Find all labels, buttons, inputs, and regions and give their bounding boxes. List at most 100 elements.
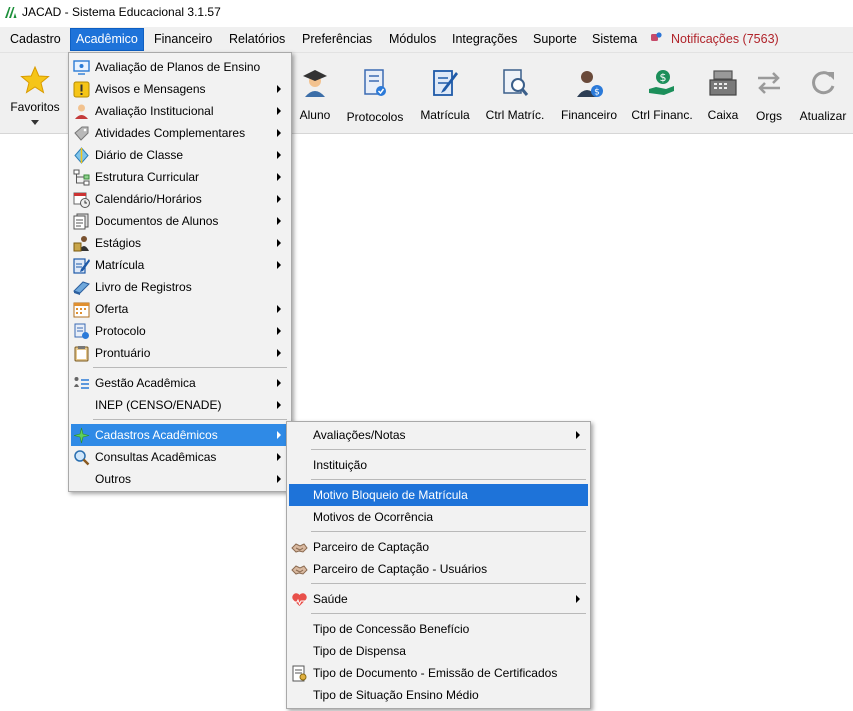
book-icon (73, 281, 90, 295)
menu-item-matricula[interactable]: Matrícula (71, 254, 289, 276)
submenu-arrow-icon (277, 305, 281, 313)
title-bar: JACAD - Sistema Educacional 3.1.57 (0, 0, 853, 26)
health-heart-icon (292, 593, 307, 606)
menu-item-documentos-alunos[interactable]: Documentos de Alunos (71, 210, 289, 232)
finance-icon: $ (577, 71, 603, 98)
toolbar-protocolos-button[interactable]: Protocolos (342, 53, 408, 131)
menu-separator (311, 613, 586, 614)
swap-arrows-icon (758, 72, 780, 94)
presentation-board-icon (73, 60, 90, 75)
menu-item-protocolo[interactable]: Protocolo (71, 320, 289, 342)
enrollment-icon (73, 258, 90, 274)
menu-item-outros[interactable]: Outros (71, 468, 289, 490)
activity-tag-icon (74, 126, 89, 141)
submenu-arrow-icon (277, 129, 281, 137)
toolbar-caixa-button[interactable]: Caixa (703, 53, 743, 131)
submenu-arrow-icon (277, 85, 281, 93)
toolbar-ctrl-matric-label: Ctrl Matríc. (485, 108, 545, 122)
menu-academico[interactable]: Acadêmico (70, 28, 144, 51)
submenu-item-instituicao[interactable]: Instituição (289, 454, 588, 476)
search-icon (74, 450, 90, 466)
menu-item-estrutura-curricular[interactable]: Estrutura Curricular (71, 166, 289, 188)
favorites-label: Favoritos (10, 100, 60, 114)
svg-text:$: $ (594, 88, 600, 98)
submenu-arrow-icon (277, 107, 281, 115)
toolbar-ctrl-matric-button[interactable]: Ctrl Matríc. (482, 53, 548, 131)
submenu-arrow-icon (576, 595, 580, 603)
menu-item-gestao-academica[interactable]: Gestão Acadêmica (71, 372, 289, 394)
submenu-item-parceiro-captacao[interactable]: Parceiro de Captação (289, 536, 588, 558)
hierarchy-icon (73, 169, 90, 186)
submenu-item-tipo-dispensa[interactable]: Tipo de Dispensa (289, 640, 588, 662)
menu-item-atividades-complementares[interactable]: Atividades Complementares (71, 122, 289, 144)
submenu-item-tipo-situacao[interactable]: Tipo de Situação Ensino Médio (289, 684, 588, 706)
toolbar-atualizar-button[interactable]: Atualizar (795, 53, 851, 131)
jacad-logo-icon (5, 7, 17, 18)
submenu-item-parceiro-captacao-usuarios[interactable]: Parceiro de Captação - Usuários (289, 558, 588, 580)
menu-modulos[interactable]: Módulos (384, 29, 441, 50)
protocol-icon (364, 69, 386, 96)
menu-item-livro-registros[interactable]: Livro de Registros (71, 276, 289, 298)
menu-relatorios[interactable]: Relatórios (224, 29, 290, 50)
toolbar-orgs-label: Orgs (755, 109, 782, 123)
submenu-item-saude[interactable]: Saúde (289, 588, 588, 610)
menu-item-avisos-mensagens[interactable]: Avisos e Mensagens (71, 78, 289, 100)
menu-item-avaliacao-planos[interactable]: Avaliação de Planos de Ensino (71, 56, 289, 78)
enrollment-icon (433, 70, 458, 96)
svg-text:$: $ (660, 71, 667, 84)
menu-separator (311, 583, 586, 584)
submenu-item-tipo-concessao[interactable]: Tipo de Concessão Benefício (289, 618, 588, 640)
toolbar-financeiro-label: Financeiro (560, 108, 618, 122)
menu-item-avaliacao-institucional[interactable]: Avaliação Institucional (71, 100, 289, 122)
menu-item-consultas-academicas[interactable]: Consultas Acadêmicas (71, 446, 289, 468)
toolbar-protocolos-label: Protocolos (346, 110, 404, 124)
menu-sistema[interactable]: Sistema (587, 29, 642, 50)
favorites-button[interactable]: Favoritos (4, 53, 66, 131)
toolbar-aluno-label: Aluno (299, 108, 331, 122)
handshake-icon (291, 543, 308, 553)
submenu-arrow-icon (277, 349, 281, 357)
menu-cadastro[interactable]: Cadastro (5, 29, 66, 50)
menu-financeiro[interactable]: Financeiro (149, 29, 217, 50)
protocol-icon (74, 323, 89, 339)
toolbar-orgs-button[interactable]: Orgs (750, 53, 788, 131)
cash-register-icon (709, 70, 737, 96)
toolbar-aluno-button[interactable]: Aluno (293, 53, 337, 131)
submenu-item-avaliacoes-notas[interactable]: Avaliações/Notas (289, 424, 588, 446)
submenu-item-tipo-documento[interactable]: Tipo de Documento - Emissão de Certifica… (289, 662, 588, 684)
toolbar-financeiro-button[interactable]: $ Financeiro (557, 53, 621, 131)
menu-item-estagios[interactable]: Estágios (71, 232, 289, 254)
window-title: JACAD - Sistema Educacional 3.1.57 (22, 5, 221, 19)
menu-separator (311, 531, 586, 532)
submenu-arrow-icon (277, 475, 281, 483)
submenu-arrow-icon (277, 327, 281, 335)
menu-notifications[interactable]: Notificações (7563) (666, 29, 784, 50)
menu-item-cadastros-academicos[interactable]: Cadastros Acadêmicos (71, 424, 289, 446)
submenu-arrow-icon (277, 379, 281, 387)
menu-item-diario-classe[interactable]: Diário de Classe (71, 144, 289, 166)
toolbar-ctrl-financ-button[interactable]: $ Ctrl Financ. (628, 53, 696, 131)
warning-message-icon (73, 81, 90, 98)
toolbar-matricula-button[interactable]: Matrícula (415, 53, 475, 131)
menu-preferencias[interactable]: Preferências (297, 29, 377, 50)
menu-integracoes[interactable]: Integrações (447, 29, 522, 50)
menu-item-inep[interactable]: INEP (CENSO/ENADE) (71, 394, 289, 416)
star-icon (20, 65, 50, 94)
evaluator-person-icon (75, 104, 88, 119)
menu-suporte[interactable]: Suporte (528, 29, 582, 50)
menu-separator (311, 449, 586, 450)
chevron-down-icon (31, 120, 39, 125)
cadastros-submenu: Avaliações/Notas Instituição Motivo Bloq… (286, 421, 591, 709)
menu-separator (93, 419, 287, 420)
certificate-document-icon (292, 665, 307, 682)
submenu-item-motivos-ocorrencia[interactable]: Motivos de Ocorrência (289, 506, 588, 528)
submenu-item-motivo-bloqueio[interactable]: Motivo Bloqueio de Matrícula (289, 484, 588, 506)
menu-item-prontuario[interactable]: Prontuário (71, 342, 289, 364)
finance-control-icon: $ (649, 70, 674, 95)
refresh-icon (812, 71, 835, 95)
menu-item-calendario-horarios[interactable]: Calendário/Horários (71, 188, 289, 210)
documents-icon (73, 213, 89, 230)
academic-menu: Avaliação de Planos de Ensino Avisos e M… (68, 52, 292, 492)
calendar-clock-icon (73, 192, 90, 208)
menu-item-oferta[interactable]: Oferta (71, 298, 289, 320)
